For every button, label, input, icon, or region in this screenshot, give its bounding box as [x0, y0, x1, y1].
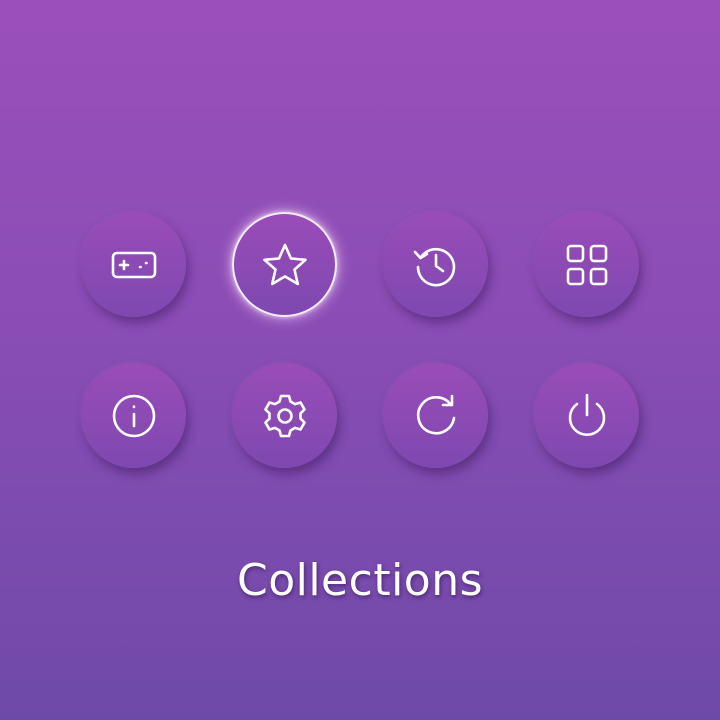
menu-grid	[81, 212, 639, 468]
favorites-button[interactable]	[232, 212, 337, 317]
history-button[interactable]	[383, 212, 488, 317]
gamepad-icon	[109, 240, 159, 290]
refresh-button[interactable]	[383, 363, 488, 468]
selected-item-caption: Collections	[236, 555, 484, 606]
apps-button[interactable]	[534, 212, 639, 317]
history-icon	[411, 240, 461, 290]
power-button[interactable]	[534, 363, 639, 468]
settings-button[interactable]	[232, 363, 337, 468]
grid-icon	[562, 240, 612, 290]
star-icon	[260, 240, 310, 290]
info-button[interactable]	[81, 363, 186, 468]
refresh-icon	[411, 391, 461, 441]
power-icon	[562, 391, 612, 441]
gear-icon	[260, 391, 310, 441]
games-button[interactable]	[81, 212, 186, 317]
info-icon	[109, 391, 159, 441]
